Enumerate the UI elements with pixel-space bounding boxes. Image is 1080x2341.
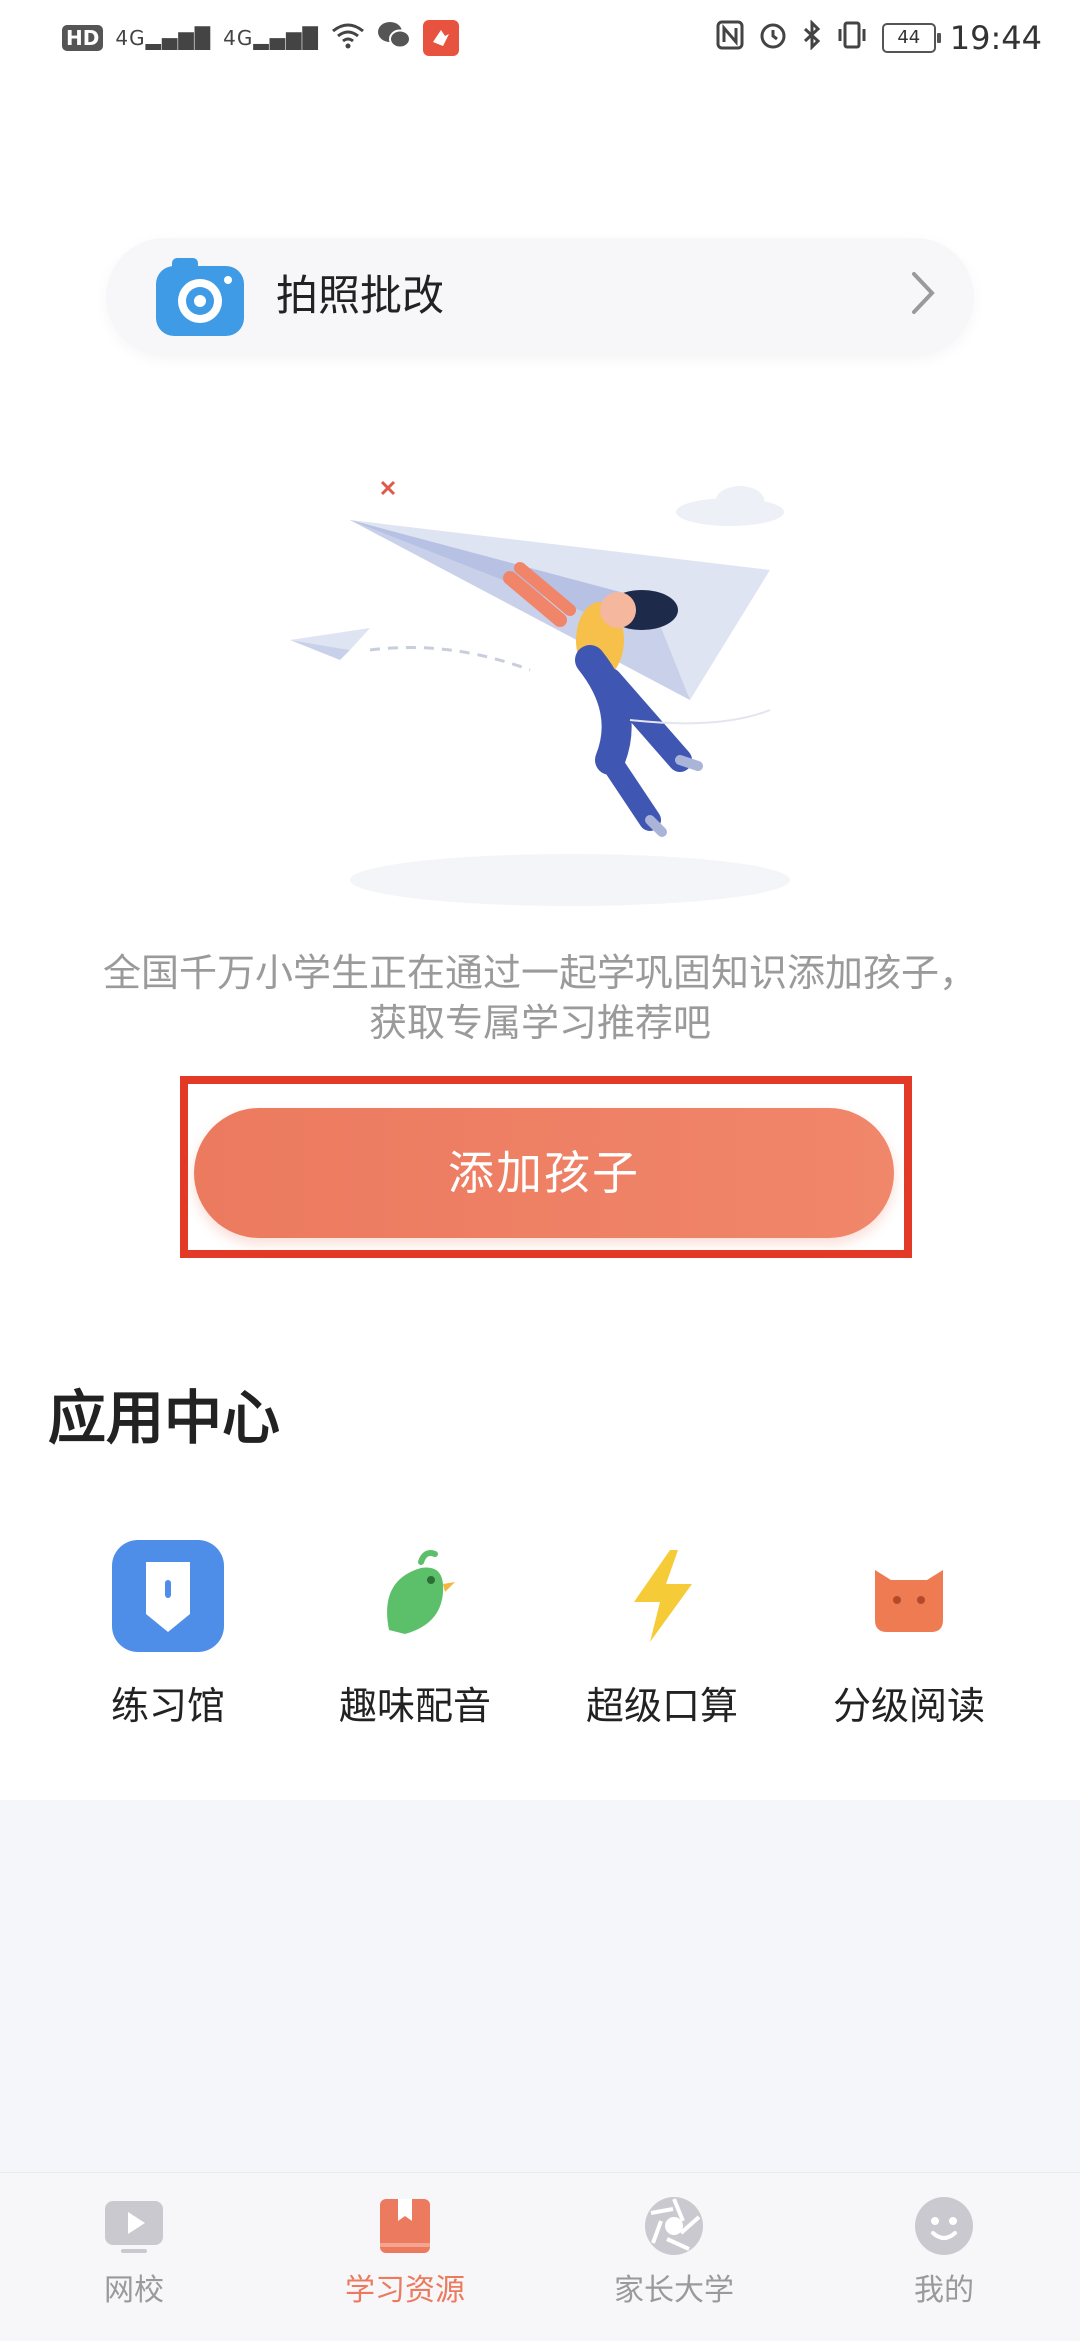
app-label: 超级口算 (585, 1684, 738, 1728)
nfc-icon (716, 20, 744, 57)
alarm-icon (758, 20, 788, 57)
practice-hall-icon (112, 1540, 224, 1652)
app-practice-hall[interactable]: 练习馆 (48, 1540, 288, 1730)
camera-icon (152, 254, 248, 340)
smiley-icon (913, 2195, 975, 2257)
fun-dubbing-bird-icon (359, 1540, 471, 1652)
tab-parent-university[interactable]: 家长大学 (574, 2195, 774, 2311)
app-grid: 练习馆 趣味配音 超级口算 分级阅读 (0, 1540, 1080, 1740)
add-child-button[interactable]: 添加孩子 (194, 1108, 894, 1238)
lightning-icon (606, 1540, 718, 1652)
wechat-icon (377, 20, 411, 57)
status-bar: HD 4G▂▄▆█ 4G▂▄▆█ 44 19:44 (0, 0, 1080, 80)
app-fun-dubbing[interactable]: 趣味配音 (295, 1540, 535, 1730)
tab-label: 网校 (104, 2273, 164, 2308)
app-label: 分级阅读 (832, 1684, 985, 1728)
signal-4g-1: 4G▂▄▆█ (115, 26, 212, 50)
wifi-icon (331, 21, 365, 56)
tab-learning-resources[interactable]: 学习资源 (305, 2195, 505, 2311)
tab-online-school[interactable]: 网校 (34, 2195, 234, 2311)
aperture-icon (643, 2195, 705, 2257)
vibrate-icon (836, 20, 868, 57)
tab-label: 家长大学 (614, 2273, 734, 2308)
tab-mine[interactable]: 我的 (844, 2195, 1044, 2311)
status-right-indicators: 44 19:44 (716, 14, 1042, 62)
status-left-indicators: HD 4G▂▄▆█ 4G▂▄▆█ (62, 18, 459, 58)
clock-time: 19:44 (949, 19, 1042, 57)
bottom-tab-bar: 网校 学习资源 家长大学 我的 (0, 2172, 1080, 2341)
chevron-right-icon (910, 270, 936, 327)
bluetooth-icon (802, 18, 822, 57)
promo-line-1: 全国千万小学生正在通过一起学巩固知识添加孩子， (102, 951, 977, 995)
photo-correction-label: 拍照批改 (276, 271, 445, 320)
bookmark-book-icon (374, 2195, 436, 2257)
promo-line-2: 获取专属学习推荐吧 (368, 1001, 711, 1045)
app-super-mental-math[interactable]: 超级口算 (542, 1540, 782, 1730)
battery-indicator: 44 (881, 23, 941, 53)
app-label: 练习馆 (110, 1684, 225, 1728)
app-notification-icon (422, 20, 459, 56)
app-center-title: 应用中心 (48, 1384, 281, 1452)
tab-label: 我的 (914, 2273, 974, 2308)
graded-reading-cat-icon (853, 1540, 965, 1652)
play-icon (103, 2195, 165, 2257)
signal-4g-2: 4G▂▄▆█ (223, 26, 319, 50)
promo-text: 全国千万小学生正在通过一起学巩固知识添加孩子， 获取专属学习推荐吧 (40, 948, 1040, 1048)
paper-plane-illustration (270, 460, 830, 920)
content-background (0, 1800, 1080, 2172)
tab-label: 学习资源 (345, 2273, 465, 2308)
app-graded-reading[interactable]: 分级阅读 (789, 1540, 1029, 1730)
photo-correction-card[interactable]: 拍照批改 (106, 238, 974, 356)
hd-indicator: HD (62, 25, 104, 51)
app-label: 趣味配音 (338, 1684, 491, 1728)
